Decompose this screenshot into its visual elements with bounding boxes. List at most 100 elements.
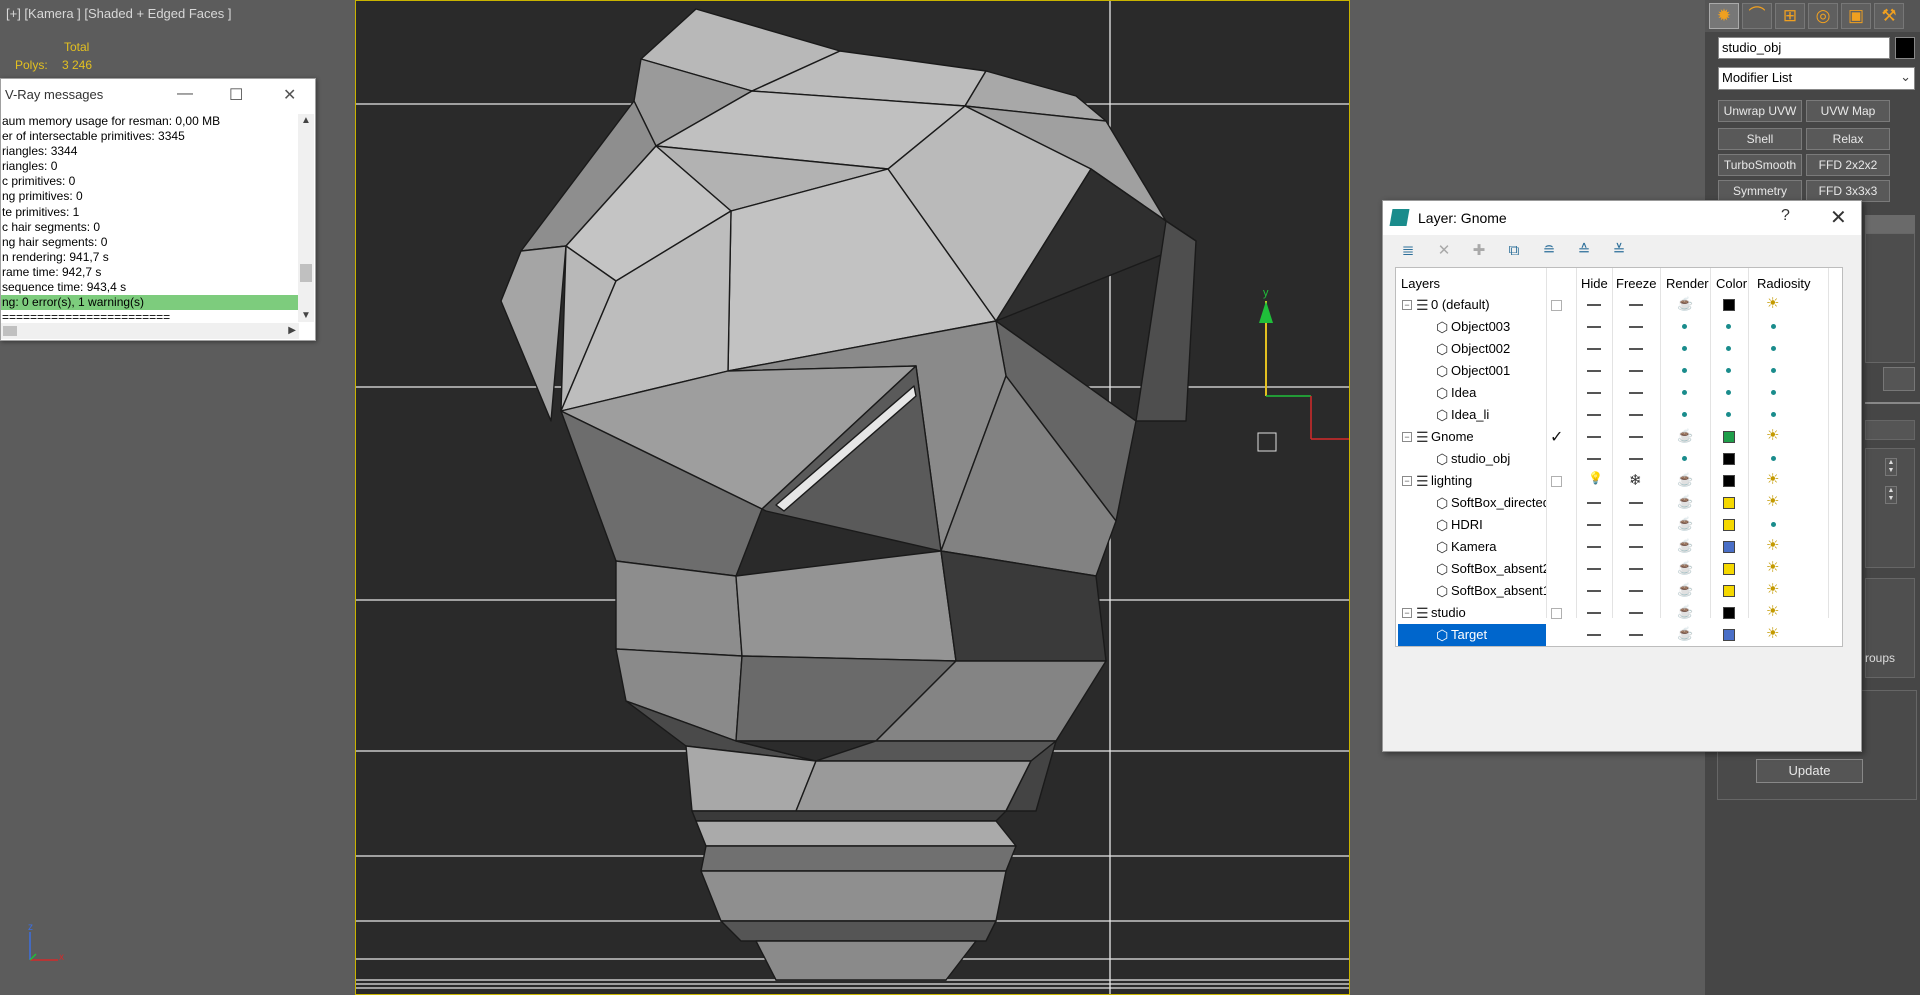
freeze-toggle[interactable] (1629, 392, 1643, 394)
teapot-icon[interactable]: ☕ (1677, 560, 1693, 576)
render-dot[interactable] (1682, 346, 1687, 351)
layer-name[interactable]: SoftBox_absent2 (1451, 561, 1546, 576)
radiosity-dot[interactable] (1771, 346, 1776, 351)
hide-toggle[interactable] (1587, 634, 1601, 636)
hide-toggle[interactable] (1587, 546, 1601, 548)
freeze-toggle[interactable] (1629, 502, 1643, 504)
vertical-scrollbar[interactable]: ▲ ▼ (298, 114, 314, 322)
color-dot[interactable] (1726, 412, 1731, 417)
active-layer-check-icon[interactable]: ✓ (1550, 427, 1563, 447)
freeze-toggle[interactable] (1629, 590, 1643, 592)
color-swatch[interactable] (1723, 585, 1735, 597)
radiosity-icon[interactable]: ☀ (1766, 624, 1779, 642)
hscroll-thumb[interactable] (3, 326, 17, 336)
layer-name[interactable]: studio_obj (1451, 451, 1546, 466)
object-row[interactable]: ⬡ Kamera ☕ ☀ (1396, 536, 1829, 558)
freeze-toggle[interactable] (1629, 348, 1643, 350)
add-to-layer-icon[interactable]: ✚ (1468, 241, 1490, 261)
modifier-stack-item[interactable] (1865, 215, 1915, 233)
relax-button[interactable]: Relax (1806, 128, 1890, 150)
layer-name[interactable]: studio (1431, 605, 1526, 620)
collapse-icon[interactable]: − (1402, 608, 1412, 618)
modifier-list-dropdown[interactable]: Modifier List ⌄ (1718, 67, 1915, 90)
color-dot[interactable] (1726, 324, 1731, 329)
active-layer-checkbox[interactable] (1551, 300, 1562, 311)
viewport-label[interactable]: [+] [Kamera ] [Shaded + Edged Faces ] (6, 6, 231, 21)
hide-toggle[interactable] (1587, 568, 1601, 570)
layer-name[interactable]: Gnome (1431, 429, 1526, 444)
symmetry-button[interactable]: Symmetry (1718, 180, 1802, 202)
col-freeze-header[interactable]: Freeze (1616, 276, 1656, 291)
turbosmooth-button[interactable]: TurboSmooth (1718, 154, 1802, 176)
radiosity-dot[interactable] (1771, 324, 1776, 329)
layer-name[interactable]: HDRI (1451, 517, 1546, 532)
color-swatch[interactable] (1723, 563, 1735, 575)
render-dot[interactable] (1682, 412, 1687, 417)
teapot-icon[interactable]: ☕ (1677, 494, 1693, 510)
object-row[interactable]: ⬡ Object002 (1396, 338, 1829, 360)
col-hide-header[interactable]: Hide (1581, 276, 1608, 291)
layer-name[interactable]: SoftBox_absent1 (1451, 583, 1546, 598)
col-radiosity-header[interactable]: Radiosity (1757, 276, 1810, 291)
spinner-2[interactable]: ▲ ▼ (1885, 486, 1897, 504)
freeze-toggle[interactable] (1629, 612, 1643, 614)
vray-messages-window[interactable]: V-Ray messages — ☐ ✕ aum memory usage fo… (0, 78, 316, 341)
freeze-toggle[interactable] (1629, 458, 1643, 460)
hide-toggle[interactable] (1587, 612, 1601, 614)
layer-name[interactable]: Idea (1451, 385, 1546, 400)
color-swatch[interactable] (1723, 453, 1735, 465)
update-button[interactable]: Update (1756, 759, 1863, 783)
modify-tab-icon[interactable]: ⌒ (1742, 3, 1772, 29)
shell-button[interactable]: Shell (1718, 128, 1802, 150)
radiosity-dot[interactable] (1771, 456, 1776, 461)
layer-name[interactable]: 0 (default) (1431, 297, 1526, 312)
object-row[interactable]: ⬡ SoftBox_directed ☕ ☀ (1396, 492, 1829, 514)
help-icon[interactable]: ? (1781, 207, 1790, 225)
teapot-icon[interactable]: ☕ (1677, 626, 1693, 642)
freeze-toggle[interactable] (1629, 304, 1643, 306)
scroll-up-icon[interactable]: ▲ (301, 115, 311, 126)
layer-name[interactable]: Object001 (1451, 363, 1546, 378)
scroll-down-icon[interactable]: ▼ (301, 310, 311, 321)
param-field[interactable] (1865, 420, 1915, 440)
create-tab-icon[interactable]: ✹ (1709, 3, 1739, 29)
teapot-icon[interactable]: ☕ (1677, 538, 1693, 554)
freeze-toggle[interactable] (1629, 524, 1643, 526)
layer-row[interactable]: − ☰ studio ☕ ☀ (1396, 602, 1829, 624)
color-swatch[interactable] (1723, 629, 1735, 641)
color-swatch[interactable] (1723, 299, 1735, 311)
radiosity-dot[interactable] (1771, 522, 1776, 527)
object-row[interactable]: ⬡ Idea_li (1396, 404, 1829, 426)
layer-name[interactable]: lighting (1431, 473, 1526, 488)
freeze-toggle[interactable] (1629, 370, 1643, 372)
radiosity-icon[interactable]: ☀ (1766, 558, 1779, 576)
hierarchy-tab-icon[interactable]: ⊞ (1775, 3, 1805, 29)
layer-row[interactable]: − ☰ lighting 💡 ❄ ☕ ☀ (1396, 470, 1829, 492)
layer-name[interactable]: Target (1451, 627, 1546, 642)
lightbulb-icon[interactable]: 💡 (1588, 471, 1603, 485)
hide-toggle[interactable] (1587, 436, 1601, 438)
radiosity-icon[interactable]: ☀ (1766, 536, 1779, 554)
radiosity-icon[interactable]: ☀ (1766, 294, 1779, 312)
radiosity-icon[interactable]: ☀ (1766, 492, 1779, 510)
layer-row[interactable]: − ☰ 0 (default) ☕ ☀ (1396, 294, 1829, 316)
hide-toggle[interactable] (1587, 590, 1601, 592)
configure-sets-icon[interactable] (1883, 367, 1915, 391)
object-row[interactable]: ⬡ studio_obj (1396, 448, 1829, 470)
active-layer-checkbox[interactable] (1551, 608, 1562, 619)
active-layer-checkbox[interactable] (1551, 476, 1562, 487)
horizontal-scrollbar[interactable]: ▶ (1, 323, 299, 339)
layer-row[interactable]: − ☰ Gnome ✓ ☕ ☀ (1396, 426, 1829, 448)
color-swatch[interactable] (1723, 497, 1735, 509)
radiosity-dot[interactable] (1771, 412, 1776, 417)
layer-explorer-dialog[interactable]: Layer: Gnome ? ✕ ≣ ✕ ✚ ⧉ ≘ ≙ ≚ Layers Hi… (1382, 200, 1862, 752)
color-swatch[interactable] (1723, 431, 1735, 443)
render-dot[interactable] (1682, 324, 1687, 329)
layer-name[interactable]: Kamera (1451, 539, 1546, 554)
col-layers-header[interactable]: Layers (1401, 276, 1440, 291)
render-dot[interactable] (1682, 368, 1687, 373)
maximize-icon[interactable]: ☐ (229, 85, 243, 105)
scroll-thumb[interactable] (300, 264, 312, 282)
color-swatch[interactable] (1723, 541, 1735, 553)
object-row[interactable]: ⬡ HDRI ☕ (1396, 514, 1829, 536)
